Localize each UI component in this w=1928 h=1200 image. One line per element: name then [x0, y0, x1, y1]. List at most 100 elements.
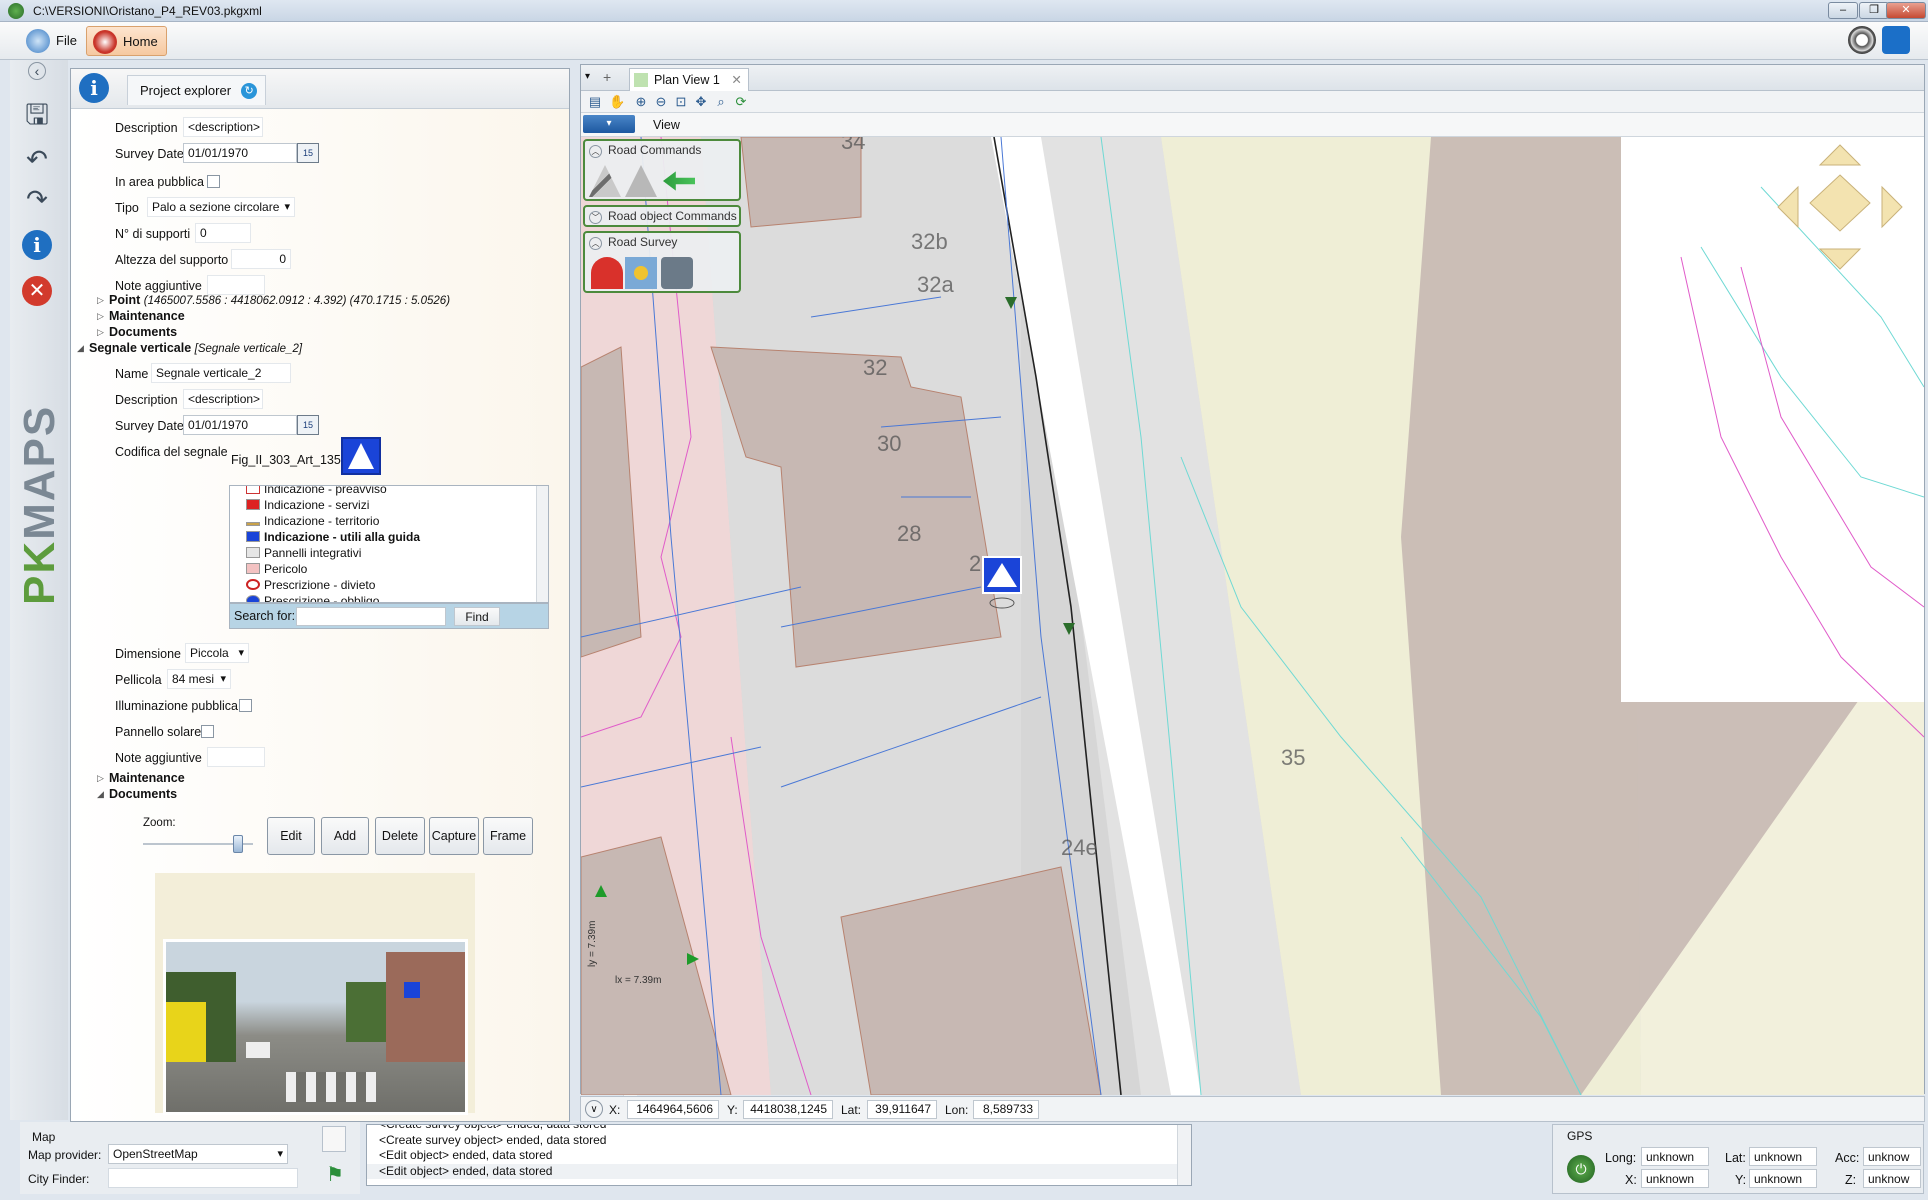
- survey-date-field[interactable]: 01/01/1970: [183, 143, 297, 163]
- fullscreen-icon[interactable]: [1882, 26, 1910, 54]
- in-area-checkbox[interactable]: [207, 175, 220, 188]
- cancel-icon[interactable]: ✕: [22, 276, 52, 306]
- pan-up-icon: [1818, 144, 1862, 166]
- settings-gear-icon[interactable]: [1848, 26, 1876, 54]
- panel-header[interactable]: ︿ Road Survey: [589, 235, 677, 250]
- city-finder-input[interactable]: [108, 1168, 298, 1188]
- minimize-button[interactable]: –: [1828, 2, 1858, 19]
- search-input[interactable]: [296, 607, 446, 626]
- frame-button[interactable]: Frame: [483, 817, 533, 855]
- refresh-map-icon[interactable]: ⟳: [733, 94, 749, 110]
- pannello-checkbox[interactable]: [201, 725, 214, 738]
- point-row[interactable]: Point (1465007.5586 : 4418062.0912 : 4.3…: [109, 293, 450, 307]
- log-scrollbar[interactable]: [1177, 1125, 1191, 1185]
- tree-item[interactable]: Indicazione - servizi: [236, 498, 369, 512]
- capture-button[interactable]: Capture: [429, 817, 479, 855]
- pellicola-select[interactable]: 84 mesi: [167, 669, 231, 689]
- gps-power-icon[interactable]: ⏻: [1567, 1155, 1595, 1183]
- zoom-in-icon[interactable]: ⊕: [633, 94, 649, 110]
- collapse-icon[interactable]: ◢: [77, 343, 84, 354]
- zoom-slider-thumb[interactable]: [233, 835, 243, 853]
- tab-plan-view[interactable]: Plan View 1 ✕: [629, 68, 749, 91]
- gps-x-label: X:: [1625, 1173, 1637, 1187]
- expand-icon[interactable]: ▷: [97, 773, 104, 784]
- dimensione-select[interactable]: Piccola: [185, 643, 249, 663]
- zoom-prev-icon[interactable]: ⌕: [713, 94, 729, 110]
- calendar-icon[interactable]: 15: [297, 415, 319, 435]
- tree-item[interactable]: Prescrizione - obbligo: [236, 594, 379, 602]
- redo-icon[interactable]: ↷: [22, 184, 52, 214]
- zoom-window-icon[interactable]: ⊡: [673, 94, 689, 110]
- map-canvas[interactable]: 34 32b 32a 32 30 28 2 35 24e lx = 7.39m …: [581, 137, 1924, 1095]
- collapse-arrow-icon[interactable]: ‹: [28, 62, 46, 80]
- supporti-field[interactable]: 0: [195, 223, 251, 243]
- view-dropdown[interactable]: ▾: [583, 115, 635, 133]
- close-tab-icon[interactable]: ✕: [731, 69, 741, 91]
- zoom-label: Zoom:: [143, 817, 176, 829]
- zoom-extents-icon[interactable]: ✥: [693, 94, 709, 110]
- info-icon[interactable]: i: [22, 230, 52, 260]
- sign-category-tree[interactable]: Indicazione - preavviso Indicazione - se…: [229, 485, 549, 603]
- add-button[interactable]: Add: [321, 817, 369, 855]
- calendar-icon[interactable]: 15: [297, 143, 319, 163]
- tab-menu-icon[interactable]: ▾: [585, 71, 590, 82]
- close-window-button[interactable]: ✕: [1886, 2, 1926, 19]
- delete-button[interactable]: Delete: [375, 817, 425, 855]
- flag-icon[interactable]: ⚑: [326, 1162, 344, 1187]
- tree-item[interactable]: Indicazione - preavviso: [236, 486, 387, 496]
- expand-icon[interactable]: ▷: [97, 295, 104, 306]
- find-button[interactable]: Find: [454, 607, 500, 626]
- tipo-select[interactable]: Palo a sezione circolare: [147, 197, 295, 217]
- note-field[interactable]: [207, 275, 265, 295]
- tree-item-selected[interactable]: Indicazione - utili alla guida: [236, 530, 420, 544]
- illuminazione-checkbox[interactable]: [239, 699, 252, 712]
- log-icon[interactable]: [322, 1126, 346, 1152]
- view-label[interactable]: View: [653, 118, 680, 132]
- road-left-icon[interactable]: [589, 165, 621, 197]
- documents-node[interactable]: Documents: [109, 787, 177, 801]
- tree-item[interactable]: Pericolo: [236, 562, 307, 576]
- tree-scrollbar[interactable]: [536, 486, 548, 602]
- tab-file[interactable]: File: [20, 26, 85, 56]
- name-field[interactable]: Segnale verticale_2: [151, 363, 291, 383]
- add-tab-icon[interactable]: +: [603, 69, 611, 85]
- restore-button[interactable]: ❐: [1859, 2, 1889, 19]
- collapse-icon[interactable]: ∨: [585, 1100, 603, 1118]
- zoom-out-icon[interactable]: ⊖: [653, 94, 669, 110]
- collapse-icon[interactable]: ◢: [97, 789, 104, 800]
- save-icon[interactable]: 🖫: [22, 100, 52, 130]
- tree-item[interactable]: Pannelli integrativi: [236, 546, 361, 560]
- zoom-slider[interactable]: [143, 835, 253, 853]
- provider-select[interactable]: OpenStreetMap: [108, 1144, 288, 1164]
- description-field[interactable]: <description>: [183, 117, 263, 137]
- road-flag-icon[interactable]: [663, 171, 695, 191]
- tree-item[interactable]: Indicazione - territorio: [236, 514, 379, 528]
- edit-button[interactable]: Edit: [267, 817, 315, 855]
- survey-record-icon[interactable]: [591, 257, 623, 289]
- panel-header[interactable]: ︿ Road Commands: [589, 143, 701, 158]
- description-field[interactable]: <description>: [183, 389, 263, 409]
- tab-home[interactable]: Home: [86, 26, 167, 56]
- panel-header[interactable]: ﹀ Road object Commands: [589, 209, 737, 224]
- survey-date-field[interactable]: 01/01/1970: [183, 415, 297, 435]
- maintenance-node[interactable]: Maintenance: [109, 309, 185, 323]
- road-right-icon[interactable]: [625, 165, 657, 197]
- layers-icon[interactable]: ▤: [587, 94, 603, 110]
- maintenance-node[interactable]: Maintenance: [109, 771, 185, 785]
- pan-icon[interactable]: ✋: [609, 94, 625, 110]
- survey-object-icon[interactable]: [625, 257, 657, 289]
- expand-icon[interactable]: ▷: [97, 327, 104, 338]
- undo-icon[interactable]: ↶: [22, 144, 52, 174]
- document-photo[interactable]: [163, 939, 468, 1115]
- expand-icon[interactable]: ▷: [97, 311, 104, 322]
- info-icon[interactable]: i: [79, 73, 109, 103]
- altezza-field[interactable]: 0: [231, 249, 291, 269]
- note-field[interactable]: [207, 747, 265, 767]
- pan-control[interactable]: [1774, 141, 1906, 273]
- signal-section-node[interactable]: Segnale verticale [Segnale verticale_2]: [89, 341, 302, 355]
- documents-node[interactable]: Documents: [109, 325, 177, 339]
- tree-item[interactable]: Prescrizione - divieto: [236, 578, 375, 592]
- survey-camera-icon[interactable]: [661, 257, 693, 289]
- tab-project-explorer[interactable]: Project explorer ↻: [127, 75, 267, 105]
- refresh-icon[interactable]: ↻: [241, 83, 258, 99]
